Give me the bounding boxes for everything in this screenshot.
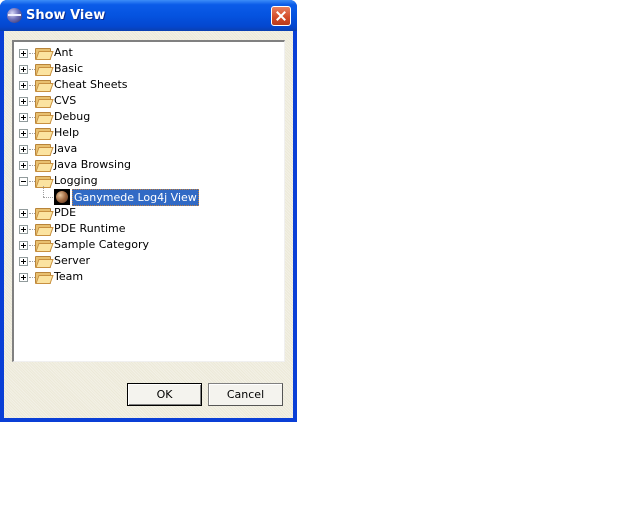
folder-icon — [35, 159, 54, 172]
tree-item-label: Help — [54, 126, 80, 139]
expand-icon[interactable] — [19, 257, 28, 266]
close-button[interactable] — [271, 6, 291, 26]
folder-icon — [35, 143, 54, 156]
expand-icon[interactable] — [19, 209, 28, 218]
tree-item-basic[interactable]: Basic — [14, 61, 274, 77]
dialog-title: Show View — [26, 8, 106, 23]
tree-item-team[interactable]: Team — [14, 269, 274, 285]
tree-item-java-browsing[interactable]: Java Browsing — [14, 157, 274, 173]
expand-icon[interactable] — [19, 241, 28, 250]
tree-item-cheat-sheets[interactable]: Cheat Sheets — [14, 77, 274, 93]
expand-icon[interactable] — [19, 273, 28, 282]
tree-item-label: Ant — [54, 46, 73, 59]
tree-item-logging[interactable]: Logging — [14, 173, 274, 189]
tree-item-server[interactable]: Server — [14, 253, 274, 269]
tree-item-label: PDE — [54, 206, 77, 219]
tree-item-label: Java Browsing — [54, 158, 132, 171]
folder-icon — [35, 63, 54, 76]
folder-icon — [35, 207, 54, 220]
tree-item-label: Cheat Sheets — [54, 78, 128, 91]
collapse-icon[interactable] — [19, 177, 28, 186]
tree-item-debug[interactable]: Debug — [14, 109, 274, 125]
expand-icon[interactable] — [19, 225, 28, 234]
folder-icon — [35, 79, 54, 92]
expand-icon[interactable] — [19, 97, 28, 106]
tree-connector — [43, 197, 53, 198]
tree-item-label: Team — [54, 270, 84, 283]
view-tree[interactable]: Ant Basic Cheat Sheets CVS Debug Help Java Java… — [12, 40, 285, 362]
dialog-body: Ant Basic Cheat Sheets CVS Debug Help Java Java… — [4, 31, 293, 418]
tree-item-cvs[interactable]: CVS — [14, 93, 274, 109]
tree-item-label: Ganymede Log4j View — [72, 189, 199, 206]
folder-icon — [35, 127, 54, 140]
tree-connector — [43, 186, 44, 197]
folder-icon — [35, 47, 54, 60]
folder-icon — [35, 255, 54, 268]
folder-icon — [35, 223, 54, 236]
tree-item-sample-category[interactable]: Sample Category — [14, 237, 274, 253]
tree-item-pde-runtime[interactable]: PDE Runtime — [14, 221, 274, 237]
expand-icon[interactable] — [19, 161, 28, 170]
folder-icon — [35, 239, 54, 252]
folder-icon — [35, 271, 54, 284]
expand-icon[interactable] — [19, 49, 28, 58]
tree-item-label: PDE Runtime — [54, 222, 126, 235]
tree-item-label: CVS — [54, 94, 77, 107]
title-bar[interactable]: Show View — [0, 0, 297, 31]
expand-icon[interactable] — [19, 129, 28, 138]
tree-item-ant[interactable]: Ant — [14, 45, 274, 61]
expand-icon[interactable] — [19, 81, 28, 90]
tree-item-java[interactable]: Java — [14, 141, 274, 157]
expand-icon[interactable] — [19, 145, 28, 154]
tree-item-label: Logging — [54, 174, 98, 187]
tree-item-label: Debug — [54, 110, 91, 123]
show-view-dialog: Show View Ant Basic Cheat Sheets CVS Debug He… — [0, 0, 297, 422]
tree-item-label: Java — [54, 142, 78, 155]
tree-item-pde[interactable]: PDE — [14, 205, 274, 221]
ok-button[interactable]: OK — [127, 383, 202, 406]
expand-icon[interactable] — [19, 113, 28, 122]
eclipse-icon — [7, 8, 22, 23]
folder-icon — [35, 111, 54, 124]
tree-item-label: Basic — [54, 62, 84, 75]
tree-item-label: Sample Category — [54, 238, 149, 251]
log4j-view-icon — [54, 189, 70, 205]
tree-item-label: Server — [54, 254, 91, 267]
cancel-button[interactable]: Cancel — [208, 383, 283, 406]
tree-item-ganymede-log4j-view[interactable]: Ganymede Log4j View — [14, 186, 274, 206]
expand-icon[interactable] — [19, 65, 28, 74]
tree-item-help[interactable]: Help — [14, 125, 274, 141]
folder-icon — [35, 95, 54, 108]
